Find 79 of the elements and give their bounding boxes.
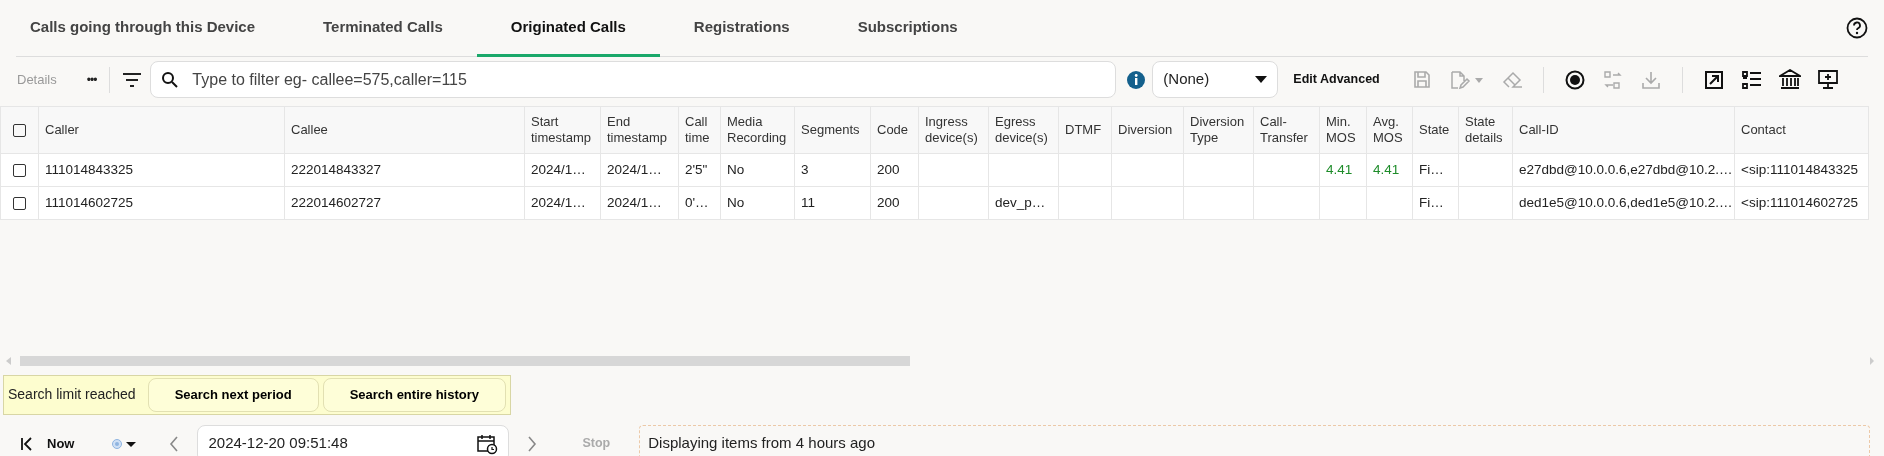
table-cell: e27dbd@10.0.0.6,e27dbd@10.2.… xyxy=(1519,161,1733,177)
status-text: Displaying items from 4 hours ago xyxy=(648,433,875,454)
table-cell: No xyxy=(727,161,745,177)
column-header[interactable]: Ingress device(s) xyxy=(918,106,989,154)
column-header[interactable]: State details xyxy=(1458,106,1513,154)
table-cell: <sip:111014602725 xyxy=(1741,194,1858,210)
column-header[interactable]: Start timestamp xyxy=(524,106,601,154)
edit-advanced-button[interactable]: Edit Advanced xyxy=(1292,69,1381,90)
table-cell: 4.41 xyxy=(1326,161,1353,177)
table-cell: 200 xyxy=(877,194,900,210)
table-cell: 2024/1… xyxy=(531,161,586,177)
search-icon xyxy=(161,71,179,88)
column-header[interactable]: Call-Transfer xyxy=(1253,106,1320,154)
tab[interactable]: Registrations xyxy=(659,0,824,57)
filter-field[interactable]: Type to filter eg- callee=575,caller=115 xyxy=(190,66,1106,93)
record-icon[interactable] xyxy=(1564,69,1585,90)
column-header[interactable]: DTMF xyxy=(1058,106,1112,154)
table-cell: 2024/1… xyxy=(607,161,662,177)
table-cell: dev_p… xyxy=(995,194,1046,210)
column-header[interactable]: Callee xyxy=(284,106,525,154)
list-icon[interactable] xyxy=(1740,69,1763,90)
now-button[interactable]: Now xyxy=(20,432,76,455)
table-cell: Fi… xyxy=(1419,161,1444,177)
search-button[interactable]: Search entire history xyxy=(322,378,506,412)
first-page-icon xyxy=(21,436,33,451)
table-cell: No xyxy=(727,194,745,210)
info-icon[interactable] xyxy=(1126,69,1147,90)
help-icon[interactable] xyxy=(1846,17,1868,39)
table-cell: 2'5" xyxy=(685,161,708,177)
table-cell: Fi… xyxy=(1419,194,1444,210)
table-cell: 2024/1… xyxy=(531,194,586,210)
column-header[interactable]: Min. MOS xyxy=(1319,106,1367,154)
table-cell: 200 xyxy=(877,161,900,177)
column-header[interactable]: Call time xyxy=(678,106,721,154)
column-header[interactable]: Media Recording xyxy=(720,106,795,154)
bank-icon[interactable] xyxy=(1778,69,1801,90)
next-icon[interactable] xyxy=(527,435,538,452)
table-cell: 111014602725 xyxy=(45,194,134,210)
external-link-icon[interactable] xyxy=(1703,69,1724,90)
column-header[interactable]: Diversion xyxy=(1111,106,1184,154)
checkbox[interactable] xyxy=(13,163,26,177)
date-field[interactable]: 2024-12-20 09:51:48 xyxy=(197,424,510,456)
tab[interactable]: Subscriptions xyxy=(823,0,992,57)
calendar-icon[interactable] xyxy=(476,432,499,455)
column-header[interactable]: Contact xyxy=(1734,106,1869,154)
table-cell: 0'… xyxy=(685,194,709,210)
settings-dropdown-icon[interactable] xyxy=(111,436,138,451)
column-header[interactable]: Code xyxy=(870,106,919,154)
filter-select[interactable]: (None) xyxy=(1152,61,1279,98)
column-header[interactable]: Segments xyxy=(794,106,871,154)
table-cell: 111014843325 xyxy=(45,161,134,177)
search-button[interactable]: Search next period xyxy=(147,378,319,412)
more-button[interactable]: ••• xyxy=(85,69,98,90)
column-header[interactable]: Call-ID xyxy=(1512,106,1735,154)
caret-icon xyxy=(1255,76,1268,83)
column-header[interactable]: State xyxy=(1412,106,1459,154)
table-cell: 222014843327 xyxy=(291,161,382,177)
table-cell: 11 xyxy=(801,194,815,210)
table-cell: 3 xyxy=(801,161,809,177)
add-screen-icon[interactable] xyxy=(1816,69,1839,90)
table-cell: 2024/1… xyxy=(607,194,662,210)
column-header[interactable]: Caller xyxy=(38,106,285,154)
tab[interactable]: Calls going through this Device xyxy=(16,0,290,57)
table-cell: ded1e5@10.0.0.6,ded1e5@10.2.… xyxy=(1519,194,1733,210)
checkbox[interactable] xyxy=(13,196,26,210)
previous-icon[interactable] xyxy=(169,435,180,452)
tab[interactable]: Originated Calls xyxy=(476,0,660,57)
column-header[interactable]: Diversion Type xyxy=(1183,106,1254,154)
filter-icon[interactable] xyxy=(122,71,143,88)
table-cell: 4.41 xyxy=(1373,161,1400,177)
column-header[interactable]: Avg. MOS xyxy=(1366,106,1413,154)
checkbox[interactable] xyxy=(13,124,26,138)
table-cell: <sip:111014843325 xyxy=(1741,161,1858,177)
column-header[interactable]: End timestamp xyxy=(600,106,679,154)
limit-message: Search limit reached xyxy=(8,385,136,405)
tab[interactable]: Terminated Calls xyxy=(289,0,477,57)
column-header[interactable]: Egress device(s) xyxy=(988,106,1059,154)
filter-box[interactable]: Type to filter eg- callee=575,caller=115 xyxy=(150,61,1117,98)
table-cell: 222014602727 xyxy=(291,194,382,210)
